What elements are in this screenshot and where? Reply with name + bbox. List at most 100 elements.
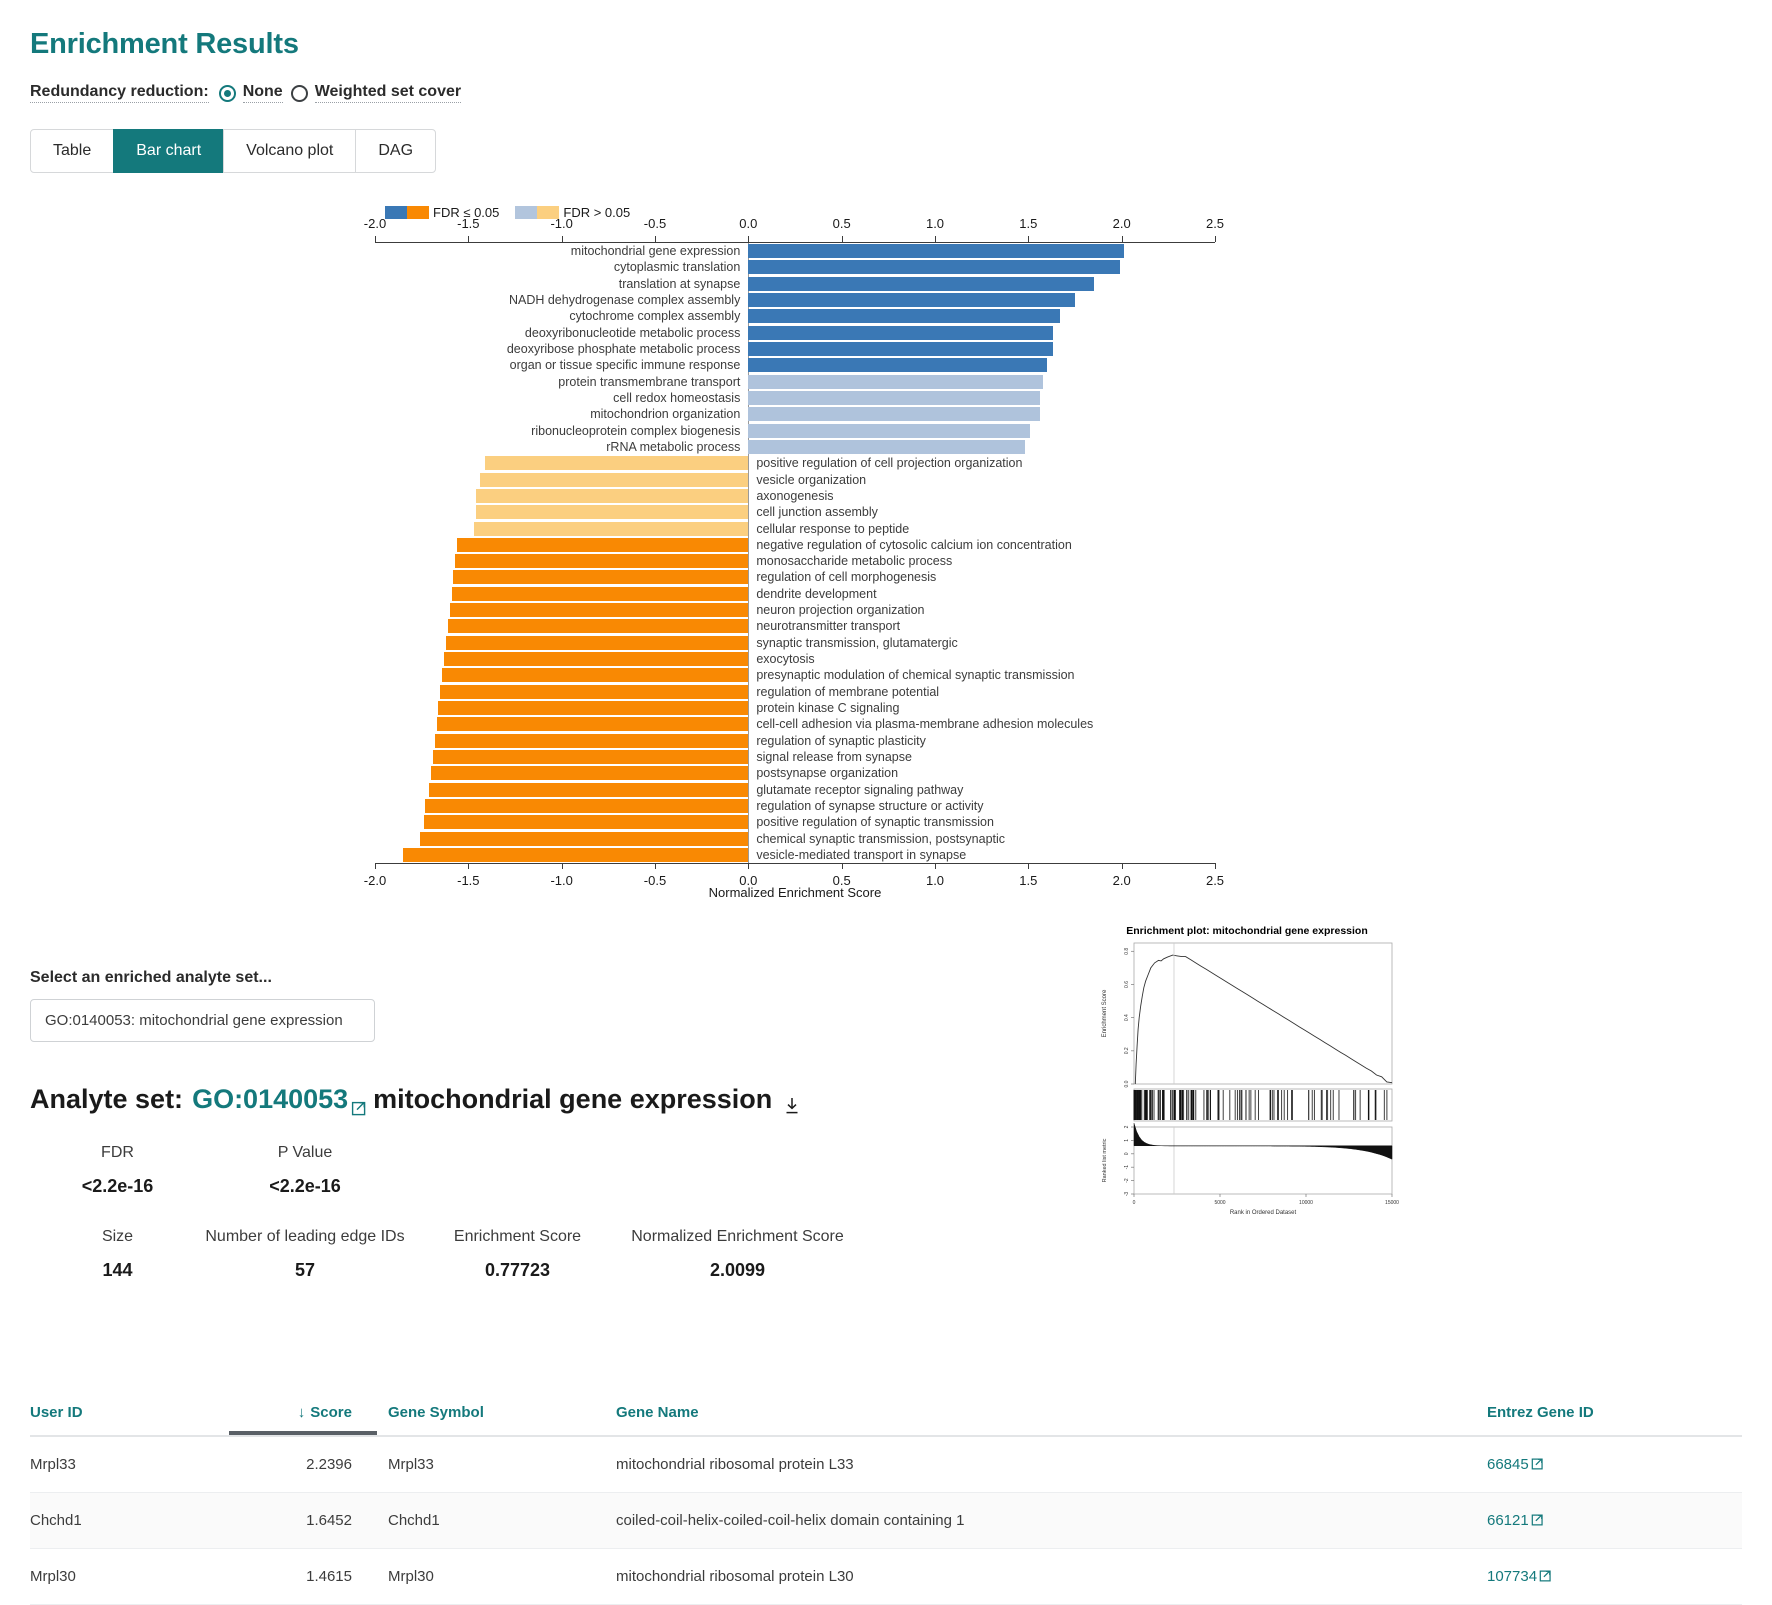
analyte-set-select[interactable]: GO:0140053: mitochondrial gene expressio… xyxy=(30,999,375,1042)
bar[interactable] xyxy=(442,668,749,683)
bar-chart-row[interactable]: monosaccharide metabolic process xyxy=(455,554,952,569)
bar[interactable] xyxy=(438,701,749,715)
bar-chart-row[interactable]: mitochondrial gene expression xyxy=(571,244,1124,259)
bar-chart-row[interactable]: organ or tissue specific immune response xyxy=(510,358,1047,373)
entrez-gene-id-link[interactable]: 66845 xyxy=(1487,1456,1529,1473)
bar-chart-row[interactable]: synaptic transmission, glutamatergic xyxy=(445,635,958,650)
bar-chart-row[interactable]: vesicle-mediated transport in synapse xyxy=(403,847,966,862)
column-header-entrez-gene-id[interactable]: Entrez Gene ID xyxy=(1487,1398,1742,1435)
bar-chart-row[interactable]: vesicle organization xyxy=(479,472,866,487)
bar[interactable] xyxy=(444,652,749,667)
tab-dag[interactable]: DAG xyxy=(355,129,437,173)
bar-chart-row[interactable]: protein transmembrane transport xyxy=(558,374,1044,389)
bar[interactable] xyxy=(440,684,749,699)
bar-chart-row[interactable]: regulation of synaptic plasticity xyxy=(434,733,926,748)
bar-chart-row[interactable]: cytoplasmic translation xyxy=(614,260,1120,275)
bar-chart-row[interactable]: regulation of membrane potential xyxy=(440,684,939,699)
column-header-user-id[interactable]: User ID xyxy=(30,1398,225,1435)
bar-chart-row[interactable]: signal release from synapse xyxy=(432,749,912,764)
bar[interactable] xyxy=(748,423,1031,438)
tab-table[interactable]: Table xyxy=(30,129,115,173)
bar-chart-row[interactable]: cell-cell adhesion via plasma-membrane a… xyxy=(436,717,1093,732)
bar-chart-row[interactable]: cell redox homeostasis xyxy=(613,391,1040,405)
bar-chart-row[interactable]: exocytosis xyxy=(444,652,815,667)
bar-chart-row[interactable]: protein kinase C signaling xyxy=(438,701,899,715)
bar[interactable] xyxy=(453,570,749,585)
bar-chart-row[interactable]: cytochrome complex assembly xyxy=(569,309,1061,324)
bar-label: chemical synaptic transmission, postsyna… xyxy=(756,831,1006,846)
bar-chart-row[interactable]: axonogenesis xyxy=(475,488,833,503)
bar-chart-row[interactable]: translation at synapse xyxy=(619,276,1094,291)
bar-chart-row[interactable]: positive regulation of cell projection o… xyxy=(485,456,1022,471)
bar-chart-row[interactable]: regulation of synapse structure or activ… xyxy=(425,798,984,813)
bar-label: deoxyribonucleotide metabolic process xyxy=(524,325,741,340)
bar[interactable] xyxy=(748,407,1040,422)
bar[interactable] xyxy=(419,831,749,846)
bar[interactable] xyxy=(748,260,1120,275)
bar-chart-row[interactable]: NADH dehydrogenase complex assembly xyxy=(509,293,1075,308)
bar-chart-row[interactable]: neuron projection organization xyxy=(449,603,924,618)
bar[interactable] xyxy=(434,733,749,748)
bar[interactable] xyxy=(432,749,749,764)
redundancy-option-none[interactable]: None xyxy=(218,83,283,103)
bar[interactable] xyxy=(447,619,749,634)
bar-chart-row[interactable]: neurotransmitter transport xyxy=(447,619,900,634)
download-icon[interactable] xyxy=(784,1091,800,1113)
bar[interactable] xyxy=(748,391,1040,405)
bar-chart-row[interactable]: mitochondrion organization xyxy=(590,407,1040,422)
bar[interactable] xyxy=(748,309,1061,324)
bar[interactable] xyxy=(423,815,749,830)
bar-chart-row[interactable]: presynaptic modulation of chemical synap… xyxy=(442,668,1075,683)
bar-chart-row[interactable]: cellular response to peptide xyxy=(473,521,909,536)
bar[interactable] xyxy=(449,603,749,618)
tab-volcano-plot[interactable]: Volcano plot xyxy=(223,129,357,173)
bar[interactable] xyxy=(436,717,749,732)
external-link-icon[interactable] xyxy=(351,1092,367,1115)
bar-chart-row[interactable]: cell junction assembly xyxy=(475,505,878,520)
column-header-gene-name[interactable]: Gene Name xyxy=(615,1398,1487,1435)
bar-chart-row[interactable]: deoxyribonucleotide metabolic process xyxy=(525,325,1053,340)
bar[interactable] xyxy=(429,782,749,797)
bar[interactable] xyxy=(445,635,749,650)
bar-chart-row[interactable]: chemical synaptic transmission, postsyna… xyxy=(419,831,1005,846)
bar[interactable] xyxy=(748,342,1053,357)
legend-swatch-neg-sig xyxy=(407,206,429,219)
bar[interactable] xyxy=(431,766,749,781)
external-link-icon[interactable] xyxy=(1529,1512,1544,1529)
bar-chart-row[interactable]: dendrite development xyxy=(451,586,877,601)
tab-bar-chart[interactable]: Bar chart xyxy=(113,129,225,173)
bar[interactable] xyxy=(425,798,749,813)
external-link-icon[interactable] xyxy=(1529,1456,1544,1473)
bar[interactable] xyxy=(457,537,749,552)
analyte-set-id-link[interactable]: GO:0140053 xyxy=(192,1084,348,1115)
bar[interactable] xyxy=(748,276,1094,291)
bar[interactable] xyxy=(748,358,1047,373)
bar-chart-row[interactable]: positive regulation of synaptic transmis… xyxy=(423,815,994,830)
entrez-gene-id-link[interactable]: 66121 xyxy=(1487,1512,1529,1529)
bar[interactable] xyxy=(748,374,1044,389)
bar[interactable] xyxy=(479,472,749,487)
bar[interactable] xyxy=(475,505,749,520)
column-header-gene-symbol[interactable]: Gene Symbol xyxy=(370,1398,615,1435)
bar[interactable] xyxy=(451,586,749,601)
bar[interactable] xyxy=(485,456,749,471)
bar-chart-row[interactable]: postsynapse organization xyxy=(431,766,898,781)
redundancy-option-weighted-set-cover[interactable]: Weighted set cover xyxy=(290,83,462,103)
bar[interactable] xyxy=(748,439,1025,454)
bar[interactable] xyxy=(455,554,749,569)
bar[interactable] xyxy=(475,488,749,503)
radio-weighted-set-cover-icon[interactable] xyxy=(290,84,308,102)
column-header-score[interactable]: ↓ Score xyxy=(225,1398,370,1435)
bar[interactable] xyxy=(403,847,749,862)
bar-chart-row[interactable]: ribonucleoprotein complex biogenesis xyxy=(531,423,1031,438)
bar-chart-row[interactable]: deoxyribose phosphate metabolic process xyxy=(507,342,1053,357)
bar-chart-row[interactable]: rRNA metabolic process xyxy=(606,439,1025,454)
bar-chart-row[interactable]: negative regulation of cytosolic calcium… xyxy=(457,537,1072,552)
bar[interactable] xyxy=(473,521,749,536)
radio-none-icon[interactable] xyxy=(218,84,236,102)
bar-chart-row[interactable]: regulation of cell morphogenesis xyxy=(453,570,936,585)
bar[interactable] xyxy=(748,293,1075,308)
bar-chart-row[interactable]: glutamate receptor signaling pathway xyxy=(429,782,963,797)
bar[interactable] xyxy=(748,325,1053,340)
bar[interactable] xyxy=(748,244,1124,259)
